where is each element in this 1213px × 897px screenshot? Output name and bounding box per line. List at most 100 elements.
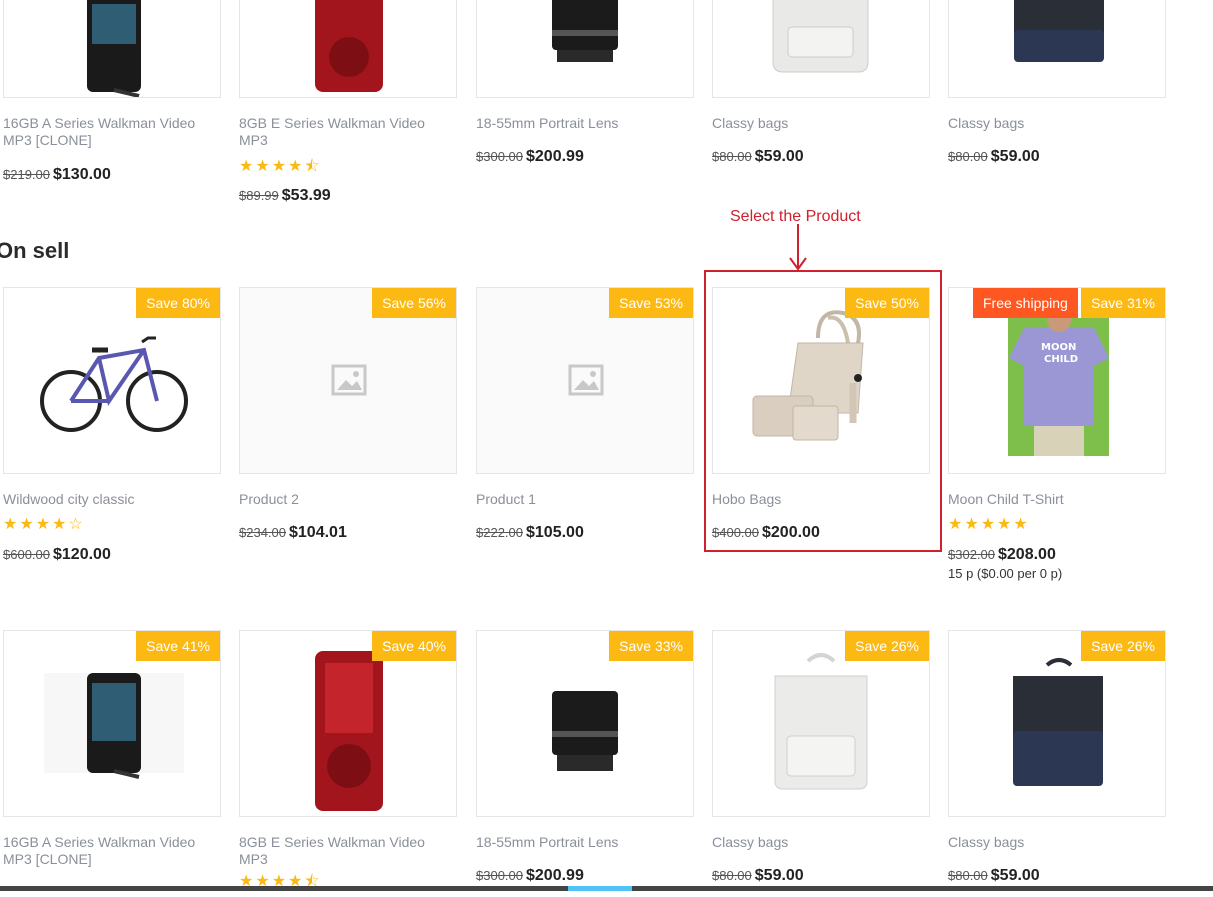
old-price: $80.00 — [948, 149, 988, 164]
discount-badge: Save 33% — [609, 631, 693, 661]
product-card[interactable]: Save 26% Classy bags $80.00 $59.00 — [948, 630, 1166, 885]
product-name[interactable]: Classy bags — [948, 115, 1166, 132]
rating-stars: ★★★★☆ — [3, 516, 85, 533]
scrollbar-thumb[interactable] — [568, 886, 632, 891]
price-block: $89.99 $53.99 — [239, 187, 457, 205]
arrow-down-icon — [789, 224, 807, 271]
old-price: $89.99 — [239, 188, 279, 203]
price-block: $300.00 $200.99 — [476, 867, 694, 885]
current-price: $59.00 — [754, 148, 804, 165]
product-name[interactable]: 18-55mm Portrait Lens — [476, 834, 694, 851]
product-card[interactable]: 18-55mm Portrait Lens $300.00 $200.99 — [476, 0, 694, 166]
current-price: $200.00 — [762, 524, 820, 541]
discount-badge: Save 80% — [136, 288, 220, 318]
product-name[interactable]: 16GB A Series Walkman Video MP3 [CLONE] — [3, 834, 221, 868]
price-block: $219.00 $130.00 — [3, 166, 221, 184]
product-name[interactable]: 8GB E Series Walkman Video MP3 — [239, 115, 457, 149]
current-price: $105.00 — [526, 524, 584, 541]
old-price: $300.00 — [476, 149, 523, 164]
product-image[interactable] — [948, 0, 1166, 98]
price-block: $80.00 $59.00 — [948, 148, 1166, 166]
svg-text:CHILD: CHILD — [1044, 354, 1078, 365]
current-price: $59.00 — [990, 867, 1040, 884]
product-name[interactable]: Product 1 — [476, 491, 694, 508]
product-image[interactable]: Save 56% — [239, 287, 457, 474]
old-price: $222.00 — [476, 525, 523, 540]
section-title: On sell — [0, 238, 70, 263]
walkman-red-icon — [315, 0, 383, 92]
product-card[interactable]: Save 26% Classy bags $80.00 $59.00 — [712, 630, 930, 885]
product-card[interactable]: Classy bags $80.00 $59.00 — [948, 0, 1166, 166]
rating-stars: ★★★★★ — [948, 516, 1030, 533]
current-price: $104.01 — [289, 524, 347, 541]
current-price: $59.00 — [990, 148, 1040, 165]
price-block: $302.00 $208.00 — [948, 546, 1166, 564]
product-card[interactable]: Save 80% Wildwood city classic ★★★★☆ $60… — [3, 287, 221, 564]
free-shipping-badge: Free shipping — [973, 288, 1078, 318]
rating-stars: ★★★★⯪ — [239, 158, 322, 175]
product-image[interactable] — [239, 0, 457, 98]
product-card[interactable]: 16GB A Series Walkman Video MP3 [CLONE] … — [3, 0, 221, 184]
current-price: $200.99 — [526, 148, 584, 165]
product-card[interactable]: Save 40% 8GB E Series Walkman Video MP3 … — [239, 630, 457, 890]
product-image[interactable]: MOON CHILD Free shipping Save 31% — [948, 287, 1166, 474]
product-card[interactable]: Save 41% 16GB A Series Walkman Video MP3… — [3, 630, 221, 868]
product-card[interactable]: Save 33% 18-55mm Portrait Lens $300.00 $2… — [476, 630, 694, 885]
current-price: $53.99 — [281, 187, 331, 204]
product-image[interactable] — [712, 0, 930, 98]
white-backpack-icon — [772, 0, 869, 73]
product-card[interactable]: Save 56% Product 2 $234.00 $104.01 — [239, 287, 457, 542]
product-name[interactable]: Classy bags — [948, 834, 1166, 851]
product-name[interactable]: Product 2 — [239, 491, 457, 508]
walkman-black-icon — [87, 0, 141, 97]
discount-badge: Save 50% — [845, 288, 929, 318]
product-name[interactable]: Hobo Bags — [712, 491, 930, 508]
product-image[interactable]: Save 26% — [948, 630, 1166, 817]
product-image[interactable] — [476, 0, 694, 98]
old-price: $300.00 — [476, 868, 523, 883]
product-image[interactable] — [3, 0, 221, 98]
current-price: $59.00 — [754, 867, 804, 884]
discount-badge: Save 26% — [845, 631, 929, 661]
product-name[interactable]: Moon Child T-Shirt — [948, 491, 1166, 508]
discount-badge: Save 41% — [136, 631, 220, 661]
old-price: $80.00 — [712, 149, 752, 164]
product-image[interactable]: Save 53% — [476, 287, 694, 474]
unit-price: 15 p ($0.00 per 0 p) — [948, 566, 1063, 581]
product-name[interactable]: 18-55mm Portrait Lens — [476, 115, 694, 132]
old-price: $219.00 — [3, 167, 50, 182]
product-image[interactable]: Save 40% — [239, 630, 457, 817]
product-name[interactable]: Classy bags — [712, 115, 930, 132]
discount-badge: Save 56% — [372, 288, 456, 318]
old-price: $80.00 — [712, 868, 752, 883]
discount-badge: Save 26% — [1081, 631, 1165, 661]
discount-badge: Save 31% — [1081, 288, 1165, 318]
product-name[interactable]: 8GB E Series Walkman Video MP3 — [239, 834, 457, 868]
old-price: $600.00 — [3, 547, 50, 562]
price-block: $400.00 $200.00 — [712, 524, 930, 542]
product-image[interactable]: Save 80% — [3, 287, 221, 474]
product-card-selected[interactable]: Save 50% Hobo Bags $400.00 $200.00 — [712, 287, 930, 542]
old-price: $302.00 — [948, 547, 995, 562]
product-card[interactable]: Classy bags $80.00 $59.00 — [712, 0, 930, 166]
horizontal-scrollbar[interactable] — [0, 886, 1213, 891]
product-card[interactable]: MOON CHILD Free shipping Save 31% Moon C… — [948, 287, 1166, 581]
product-card[interactable]: Save 53% Product 1 $222.00 $105.00 — [476, 287, 694, 542]
price-block: $234.00 $104.01 — [239, 524, 457, 542]
product-image[interactable]: Save 41% — [3, 630, 221, 817]
current-price: $120.00 — [53, 546, 111, 563]
product-image[interactable]: Save 50% — [712, 287, 930, 474]
product-image[interactable]: Save 26% — [712, 630, 930, 817]
black-backpack-icon — [1014, 0, 1104, 62]
product-card[interactable]: 8GB E Series Walkman Video MP3 ★★★★⯪ $89… — [239, 0, 457, 205]
current-price: $208.00 — [998, 546, 1056, 563]
product-name[interactable]: 16GB A Series Walkman Video MP3 [CLONE] — [3, 115, 221, 149]
product-name[interactable]: Classy bags — [712, 834, 930, 851]
current-price: $200.99 — [526, 867, 584, 884]
product-image[interactable]: Save 33% — [476, 630, 694, 817]
price-block: $80.00 $59.00 — [948, 867, 1166, 885]
old-price: $80.00 — [948, 868, 988, 883]
product-name[interactable]: Wildwood city classic — [3, 491, 221, 508]
price-block: $600.00 $120.00 — [3, 546, 221, 564]
old-price: $234.00 — [239, 525, 286, 540]
